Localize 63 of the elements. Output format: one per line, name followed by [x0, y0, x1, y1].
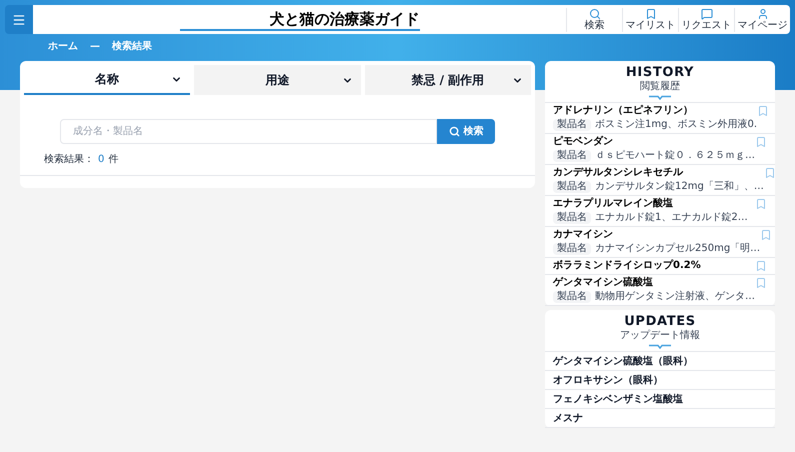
bookmark-icon[interactable] [764, 167, 776, 179]
bookmark-icon[interactable] [755, 260, 767, 272]
section-subtitle: 閲覧履歴 [640, 81, 680, 93]
section-subtitle: アップデート情報 [620, 330, 700, 342]
bookmark-icon[interactable] [755, 198, 767, 210]
update-item[interactable]: オフロキサシン（眼科） [545, 371, 775, 390]
nav-button[interactable]: リクエスト [678, 8, 734, 32]
site-logo[interactable]: 犬と猫の治療薬ガイド [180, 8, 420, 30]
nav-button[interactable]: 検索 [566, 8, 622, 32]
history-item[interactable]: ピモベンダン 製品名 ｄｓピモハート錠０．６２５ｍｇ… [545, 134, 775, 165]
product-names: ボスミン注1mg、ボスミン外用液0. [595, 119, 757, 131]
bookmark-icon[interactable] [755, 277, 767, 289]
update-item[interactable]: ゲンタマイシン硫酸塩（眼科） [545, 352, 775, 371]
history-item[interactable]: エナラプリルマレイン酸塩 製品名 エナカルド錠1、エナカルド錠2… [545, 196, 775, 227]
chevron-divider-icon [649, 344, 671, 349]
result-label: 検索結果： [44, 152, 94, 167]
drug-name: ゲンタマイシン硫酸塩 [553, 277, 654, 289]
menu-icon [12, 12, 26, 26]
drug-name: アドレナリン（エピネフリン） [553, 105, 694, 117]
drug-name: エナラプリルマレイン酸塩 [553, 198, 674, 210]
user-icon [756, 8, 768, 20]
product-badge: 製品名 [553, 291, 591, 303]
search-tab[interactable]: 禁忌 / 副作用 [364, 65, 531, 95]
product-names: エナカルド錠1、エナカルド錠2… [595, 212, 748, 224]
drug-name: ボララミンドライシロップ0.2% [553, 260, 702, 272]
product-names: 動物用ゲンタミン注射液、ゲンタ… [595, 291, 755, 303]
search-button[interactable]: 検索 [437, 119, 495, 144]
nav-button[interactable]: マイリスト [622, 8, 678, 32]
product-badge: 製品名 [553, 212, 591, 224]
product-names: カンデサルタン錠12mg「三和」、… [595, 181, 764, 193]
product-badge: 製品名 [553, 181, 591, 193]
update-item[interactable]: フェノキシベンザミン塩酸塩 [545, 390, 775, 409]
product-names: カナマイシンカプセル250mg「明… [595, 243, 760, 255]
bookmark-icon[interactable] [757, 105, 769, 117]
result-count: 0 [97, 153, 106, 167]
product-badge: 製品名 [553, 243, 591, 255]
history-item[interactable]: カナマイシン 製品名 カナマイシンカプセル250mg「明… [545, 227, 775, 258]
update-item[interactable]: メスナ [545, 409, 775, 428]
history-item[interactable]: カンデサルタンシレキセチル 製品名 カンデサルタン錠12mg「三和」、… [545, 165, 775, 196]
nav-button[interactable]: マイページ [734, 8, 790, 32]
product-badge: 製品名 [553, 150, 591, 162]
drug-name: カナマイシン [553, 229, 614, 241]
history-item[interactable]: ゲンタマイシン硫酸塩 製品名 動物用ゲンタミン注射液、ゲンタ… [545, 275, 775, 306]
request-icon [700, 8, 712, 20]
search-tab[interactable]: 用途 [194, 65, 361, 95]
search-icon [588, 8, 600, 20]
menu-button[interactable] [5, 5, 33, 34]
drug-name: カンデサルタンシレキセチル [553, 167, 684, 179]
history-item[interactable]: ボララミンドライシロップ0.2% [545, 258, 775, 275]
bookmark-icon [644, 8, 656, 20]
result-unit: 件 [108, 153, 118, 167]
search-icon [448, 126, 460, 137]
bookmark-icon[interactable] [760, 229, 772, 241]
chevron-divider-icon [649, 95, 671, 100]
section-title: UPDATES [624, 314, 696, 330]
drug-name: ピモベンダン [553, 136, 614, 148]
breadcrumb-separator: — [90, 40, 100, 54]
history-item[interactable]: アドレナリン（エピネフリン） 製品名 ボスミン注1mg、ボスミン外用液0. [545, 103, 775, 134]
section-title: HISTORY [626, 65, 694, 81]
product-badge: 製品名 [553, 119, 591, 131]
product-names: ｄｓピモハート錠０．６２５ｍｇ… [595, 150, 755, 162]
bookmark-icon[interactable] [755, 136, 767, 148]
search-input[interactable]: 成分名・製品名 [60, 119, 437, 144]
